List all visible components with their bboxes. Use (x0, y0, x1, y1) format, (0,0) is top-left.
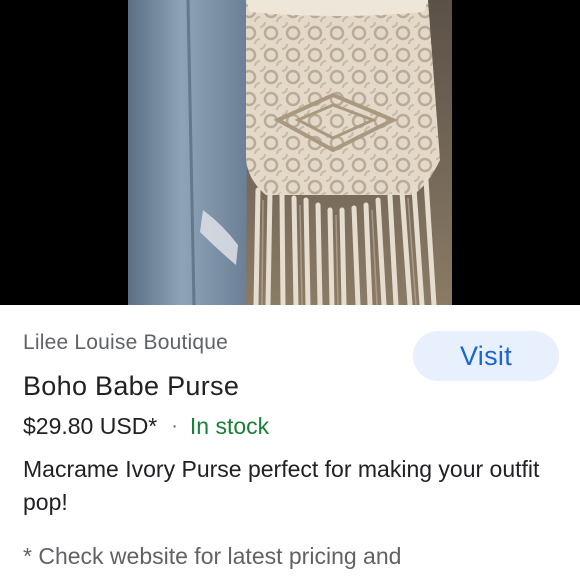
pricing-disclaimer: * Check website for latest pricing and (23, 543, 402, 569)
availability-status: In stock (189, 413, 270, 439)
price: $29.80 USD* (23, 413, 158, 439)
image-viewer (0, 0, 580, 305)
product-preview-page: Lilee Louise Boutique Visit Boho Babe Pu… (0, 0, 580, 580)
product-title: Boho Babe Purse (23, 371, 240, 401)
product-photo[interactable] (128, 0, 452, 305)
separator-dot: · (171, 415, 178, 437)
visit-button[interactable]: Visit (413, 331, 559, 381)
product-info-panel: Lilee Louise Boutique Visit Boho Babe Pu… (0, 305, 580, 580)
merchant-name: Lilee Louise Boutique (23, 331, 229, 354)
price-availability-row: $29.80 USD* · In stock (23, 413, 269, 440)
product-description: Macrame Ivory Purse perfect for making y… (23, 456, 540, 515)
